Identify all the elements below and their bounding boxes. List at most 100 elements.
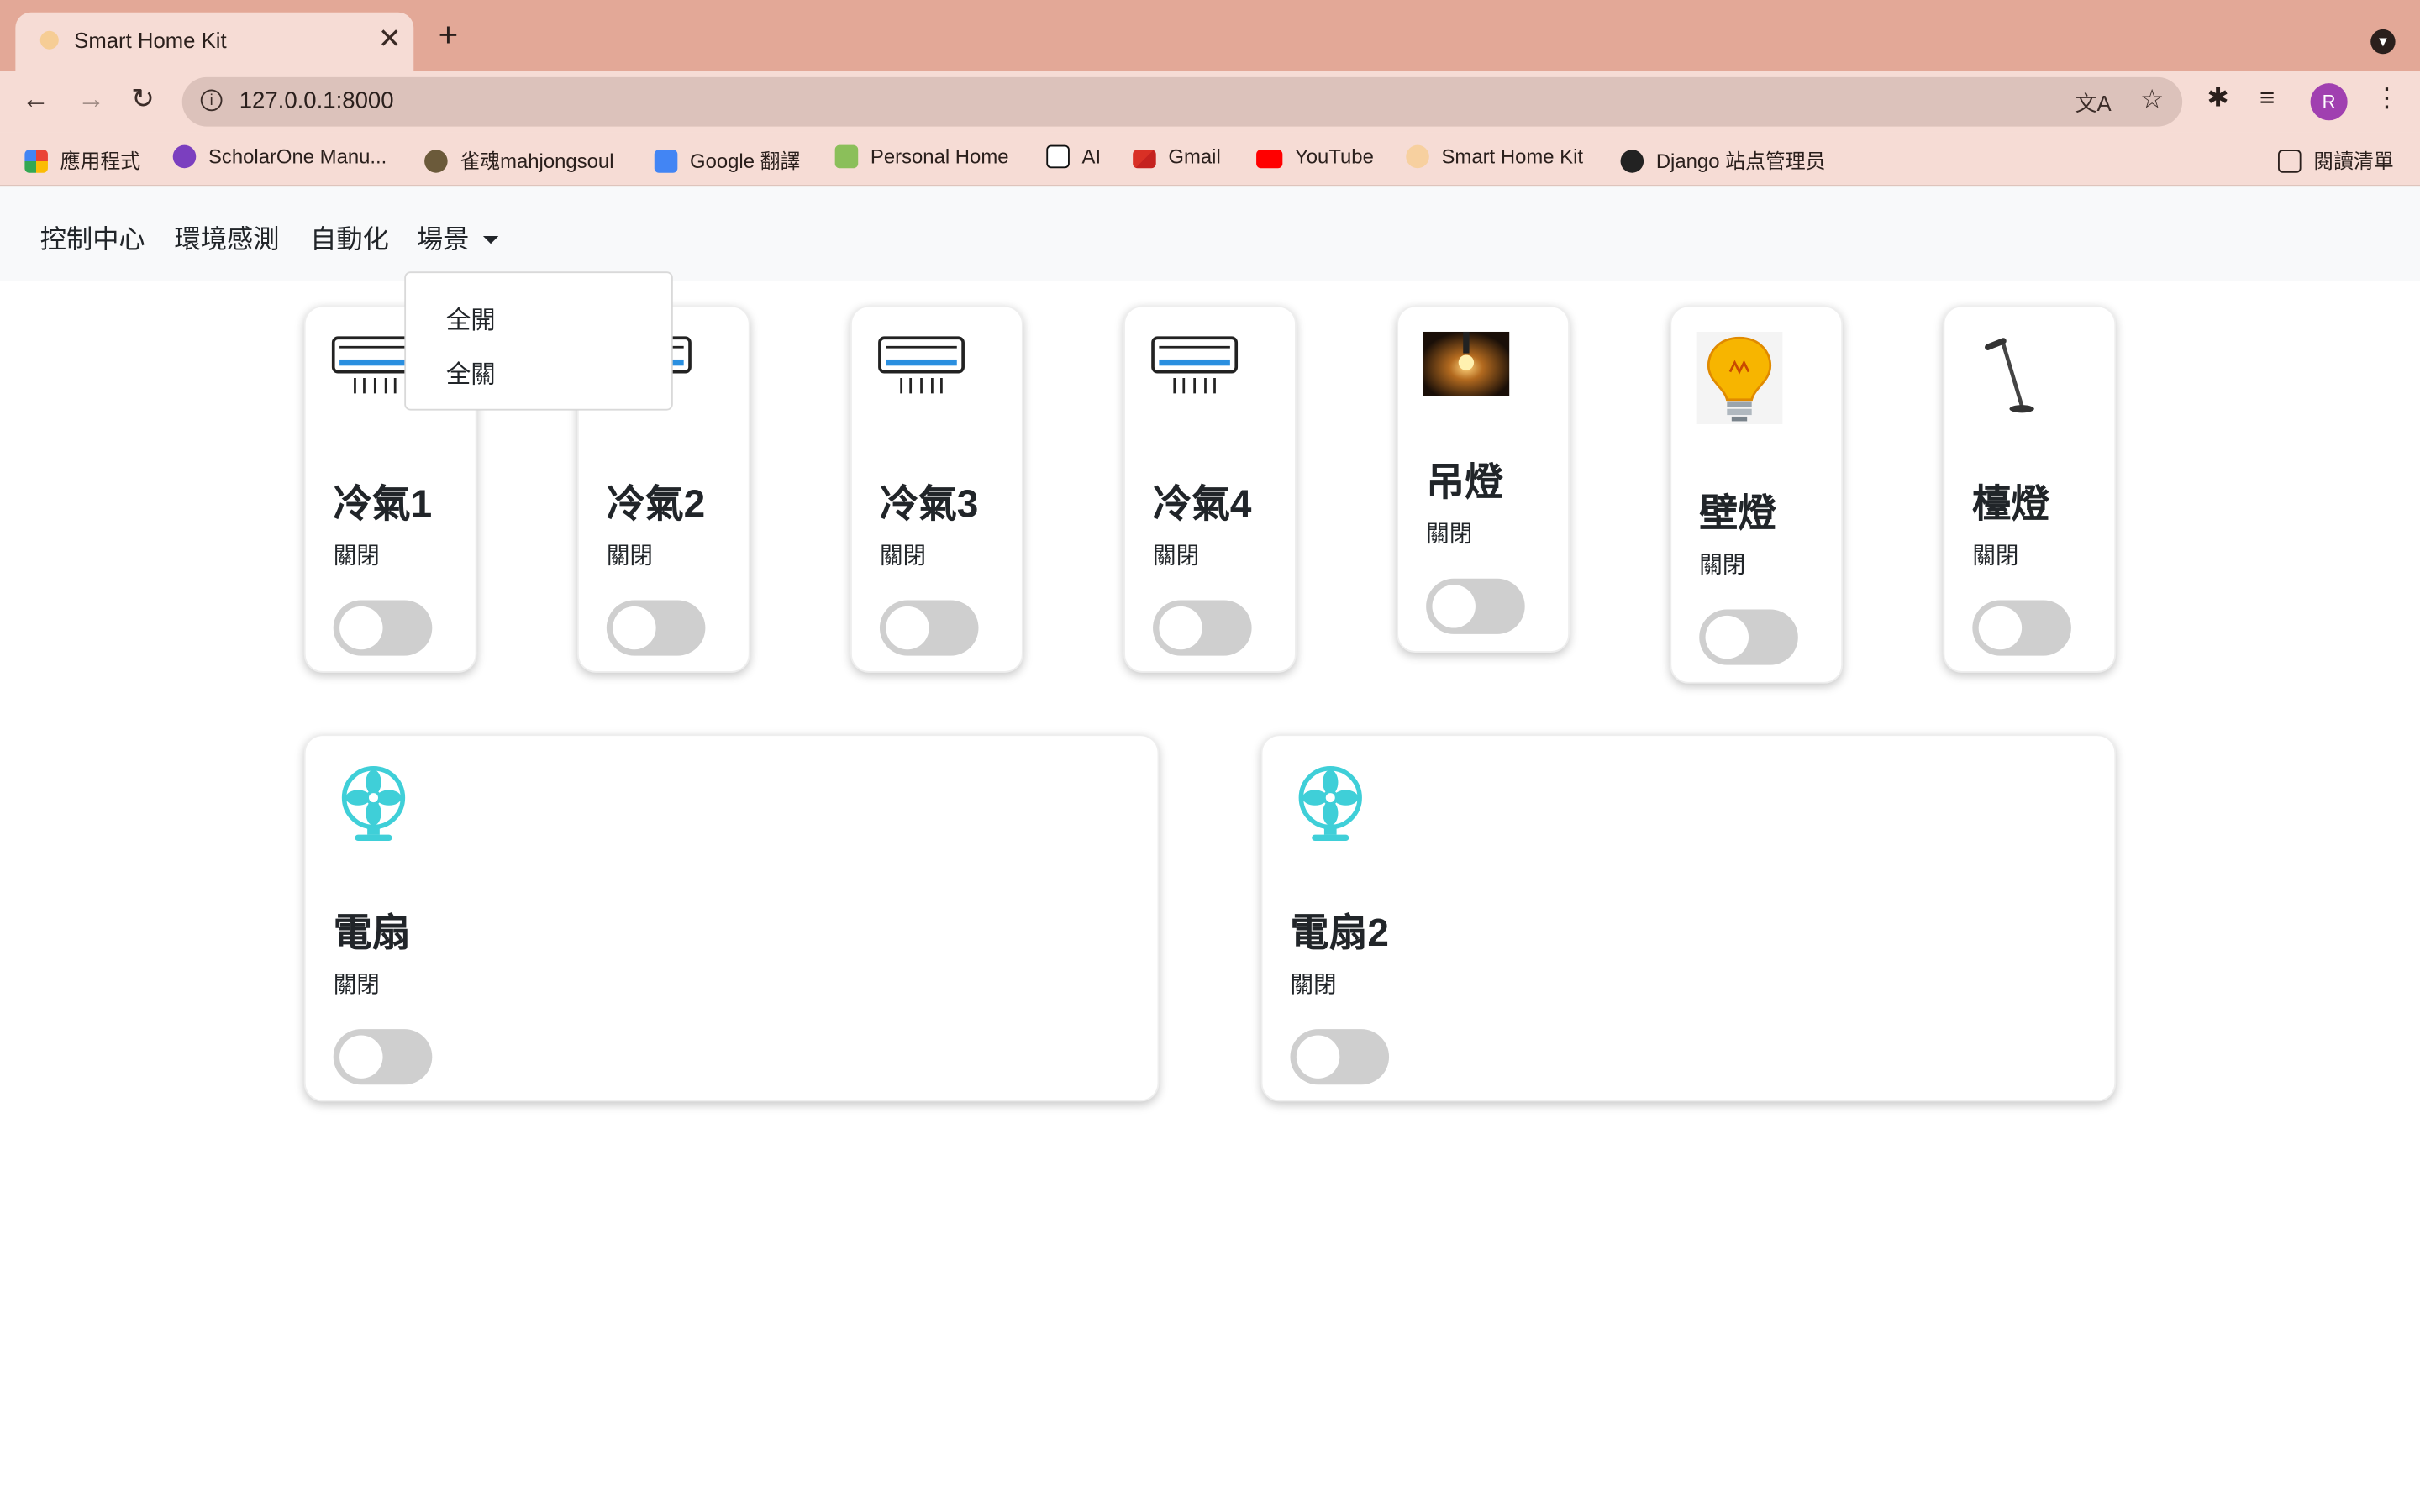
device-toggle[interactable] [1290,1029,1390,1085]
device-state: 關閉 [1972,543,2019,570]
device-toggle[interactable] [333,1029,433,1085]
google-translate-icon [654,150,678,173]
forward-icon[interactable]: → [77,83,105,116]
bookmark-label: Smart Home Kit [1441,144,1584,169]
device-card-ac4: 冷氣4 關閉 [1123,305,1297,673]
reload-icon[interactable]: ↻ [131,83,155,116]
device-card-wall-lamp: 壁燈 關閉 [1670,305,1844,684]
scholarone-icon [172,144,197,169]
device-name: 壁燈 [1699,491,1777,536]
close-tab-icon[interactable]: ✕ [378,24,402,56]
extensions-icon[interactable]: ✱ [2207,83,2229,114]
air-conditioner-icon [876,332,966,411]
media-control-icon[interactable]: ≡ [2260,83,2275,114]
smarthome-favicon-icon [39,30,59,50]
nav-control-center[interactable]: 控制中心 [40,218,145,256]
gmail-icon [1133,150,1156,169]
device-toggle[interactable] [1699,609,1798,665]
device-toggle[interactable] [606,600,706,656]
reading-list-label: 閱讀清單 [2313,150,2394,173]
notion-icon [1046,144,1070,169]
tab-search-icon[interactable]: ▼ [2370,29,2396,55]
fan-icon [336,764,410,852]
device-state: 關閉 [333,543,380,570]
bookmark-label: YouTube [1295,144,1374,169]
device-name: 冷氣1 [333,482,433,527]
toggle-knob [1432,585,1476,628]
scene-all-on[interactable]: 全開 [446,299,496,336]
bookmark-label: 應用程式 [60,150,141,173]
apps-grid-icon [24,150,48,173]
site-info-icon[interactable]: i [200,89,223,112]
bookmark-personal-home[interactable]: Personal Home [834,144,1009,169]
nav-automation[interactable]: 自動化 [310,218,389,256]
nav-environment[interactable]: 環境感測 [175,218,280,256]
youtube-icon [1256,150,1283,169]
bookmark-scholarone[interactable]: ScholarOne Manu... [172,144,387,169]
device-toggle[interactable] [1153,600,1252,656]
device-name: 電扇 [333,911,411,955]
bookmark-django[interactable]: Django 站点管理员 [1620,145,1826,175]
new-tab-button[interactable]: + [439,18,459,51]
device-card-fan1: 電扇 關閉 [303,734,1160,1102]
bookmark-ai[interactable]: AI [1046,144,1102,169]
address-bar[interactable]: i 127.0.0.1:8000 文A ☆ [182,76,2183,127]
device-name: 吊燈 [1426,461,1504,505]
globe-icon [1620,150,1644,173]
device-state: 關閉 [606,543,653,570]
url-text[interactable]: 127.0.0.1:8000 [239,88,394,114]
bookmark-gmail[interactable]: Gmail [1133,145,1221,169]
nav-scenes-label: 場景 [416,225,470,255]
mahjongsoul-icon [424,150,448,173]
bookmark-mahjongsoul[interactable]: 雀魂mahjongsoul [424,145,614,175]
toggle-knob [1296,1035,1340,1079]
smarthome-icon [1406,144,1429,169]
fan-icon [1293,764,1367,852]
home-icon [834,144,859,169]
toggle-knob [1159,606,1202,650]
bookmark-label: AI [1081,144,1102,169]
bookmarks-bar: 應用程式 ScholarOne Manu... 雀魂mahjongsoul Go… [0,132,2420,187]
caret-down-icon [482,236,499,244]
device-state: 關閉 [1426,521,1473,549]
reading-list-icon [2278,150,2302,173]
device-toggle[interactable] [1972,600,2071,656]
browser-tab[interactable]: Smart Home Kit ✕ [15,12,414,71]
tab-title: Smart Home Kit [74,28,227,53]
device-card-fan2: 電扇2 關閉 [1260,734,2117,1102]
bookmark-smarthome[interactable]: Smart Home Kit [1406,144,1584,169]
profile-avatar[interactable]: R [2310,83,2348,121]
reading-list[interactable]: 閱讀清單 [2278,145,2394,175]
device-toggle[interactable] [879,600,979,656]
device-name: 冷氣2 [606,482,706,527]
device-state: 關閉 [333,972,380,999]
back-icon[interactable]: ← [22,83,50,116]
device-name: 檯燈 [1972,482,2050,527]
device-toggle[interactable] [1426,578,1525,634]
device-card-pendant: 吊燈 關閉 [1397,305,1570,653]
app-navbar: 控制中心 環境感測 自動化 場景 [0,186,2420,281]
device-name: 冷氣3 [879,482,979,527]
more-menu-icon[interactable]: ⋮ [2374,83,2400,114]
bookmark-youtube[interactable]: YouTube [1256,145,1374,169]
device-name: 冷氣4 [1153,482,1252,527]
bookmark-label: Personal Home [870,144,1009,169]
nav-scenes-dropdown[interactable]: 場景 [416,218,499,256]
device-state: 關閉 [1153,543,1200,570]
bookmark-google-translate[interactable]: Google 翻譯 [654,145,800,175]
toggle-knob [339,1035,383,1079]
bookmark-label: 雀魂mahjongsoul [460,150,614,173]
toggle-knob [1705,615,1749,659]
bookmark-label: Django 站点管理员 [1655,150,1826,173]
bookmark-apps[interactable]: 應用程式 [24,145,140,175]
light-bulb-icon [1696,331,1783,432]
bookmark-label: Gmail [1168,144,1221,169]
bookmark-star-icon[interactable]: ☆ [2140,85,2164,116]
toggle-knob [886,606,929,650]
device-toggle[interactable] [333,600,433,656]
scene-all-off[interactable]: 全關 [446,354,496,391]
translate-icon[interactable]: 文A [2075,88,2112,119]
toggle-knob [339,606,383,650]
pendant-lamp-icon [1423,331,1510,404]
device-card-desk-lamp: 檯燈 關閉 [1943,305,2117,673]
